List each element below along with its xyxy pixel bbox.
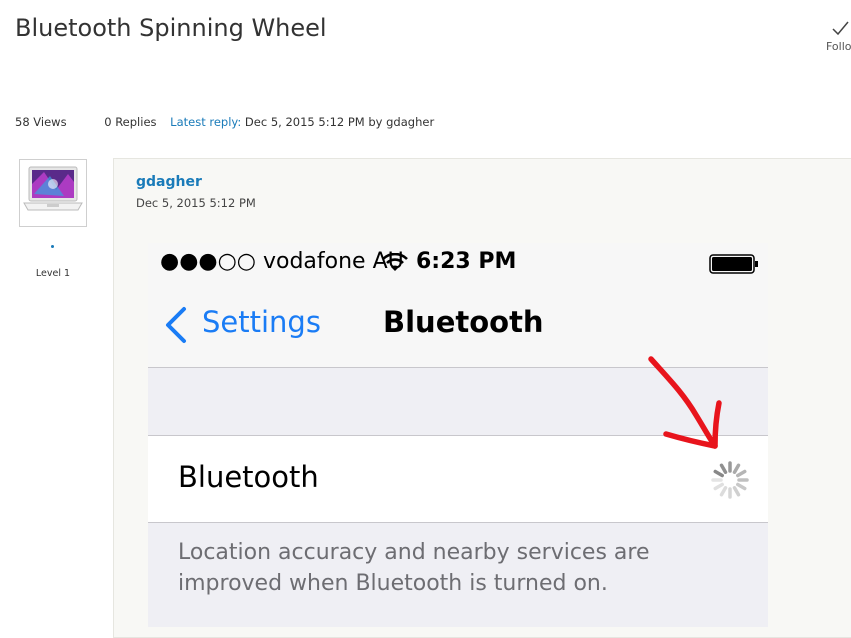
replies-count: 0 Replies	[104, 115, 157, 129]
author-level: Level 1	[35, 268, 71, 279]
follow-label: Follo	[826, 40, 851, 53]
follow-button[interactable]: Follo	[826, 18, 851, 53]
status-dot	[51, 245, 54, 248]
author-name[interactable]: gdagher	[136, 174, 202, 190]
thread-meta: 58 Views 0 Replies Latest reply: Dec 5, …	[15, 115, 434, 129]
checkmark-icon	[832, 21, 849, 36]
latest-reply-info: Dec 5, 2015 5:12 PM by gdagher	[244, 115, 435, 129]
embedded-screenshot[interactable]: ●●●○○ vodafone AU 6:23 PM Settings Bluet…	[148, 243, 768, 627]
latest-reply-link[interactable]: Latest reply:	[170, 115, 241, 129]
views-count: 58 Views	[15, 115, 67, 129]
post-date: Dec 5, 2015 5:12 PM	[136, 196, 256, 210]
thread-title: Bluetooth Spinning Wheel	[15, 14, 327, 42]
avatar[interactable]	[19, 159, 87, 227]
laptop-avatar-icon	[20, 160, 86, 226]
red-arrow-annotation-icon	[648, 356, 722, 449]
